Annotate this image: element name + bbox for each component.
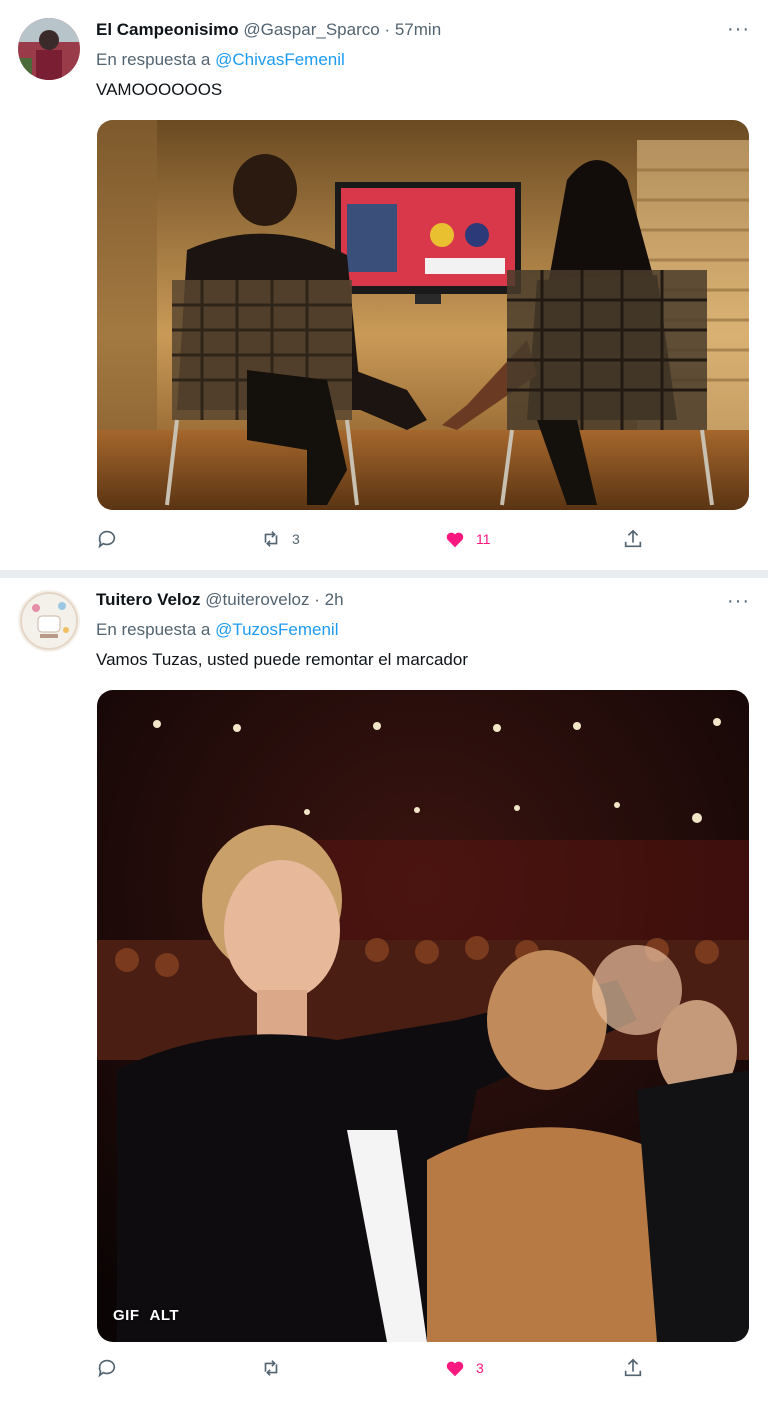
tweet-header: Tuitero Veloz @tuiteroveloz · 2h xyxy=(96,590,344,614)
share-icon xyxy=(624,1358,642,1377)
separator-dot: · xyxy=(314,590,320,609)
like-button[interactable]: 11 xyxy=(444,528,491,550)
reply-icon xyxy=(98,1359,116,1378)
display-name[interactable]: Tuitero Veloz xyxy=(96,590,201,609)
retweet-count: 3 xyxy=(292,531,300,547)
tweet-actions: 3 xyxy=(96,1357,656,1387)
heart-icon xyxy=(446,532,464,548)
tweet-text: VAMOOOOOOS xyxy=(96,80,223,99)
reply-context: En respuesta a @TuzosFemenil xyxy=(96,620,338,640)
more-options-icon[interactable]: ··· xyxy=(727,590,750,613)
gif-badge: GIF xyxy=(113,1307,140,1324)
timestamp[interactable]: 2h xyxy=(325,590,344,609)
retweet-button[interactable] xyxy=(260,1357,292,1379)
tweet-image[interactable] xyxy=(97,120,749,510)
couple-watching-tv-image xyxy=(97,120,749,510)
display-name[interactable]: El Campeonisimo xyxy=(96,20,239,39)
avatar[interactable] xyxy=(18,18,80,80)
retweet-button[interactable]: 3 xyxy=(260,528,300,550)
tweet-actions: 3 11 xyxy=(96,528,656,558)
share-button[interactable] xyxy=(622,528,644,550)
like-button[interactable]: 3 xyxy=(444,1357,484,1379)
reply-mention-link[interactable]: @ChivasFemenil xyxy=(215,50,345,69)
timestamp[interactable]: 57min xyxy=(395,20,441,39)
reply-context: En respuesta a @ChivasFemenil xyxy=(96,50,345,70)
separator-dot: · xyxy=(384,20,391,39)
user-handle[interactable]: @Gaspar_Sparco xyxy=(243,20,379,39)
avatar[interactable] xyxy=(18,590,80,652)
more-options-icon[interactable]: ··· xyxy=(727,18,750,41)
alt-text-badge[interactable]: ALT xyxy=(150,1307,180,1324)
retweet-icon xyxy=(264,1360,278,1376)
retweet-icon xyxy=(264,531,278,547)
reply-icon xyxy=(98,530,116,549)
heart-icon xyxy=(446,1361,464,1377)
media-badges: GIF ALT xyxy=(113,1307,179,1324)
tweet-gif[interactable]: GIF ALT xyxy=(97,690,749,1342)
tweet[interactable]: El Campeonisimo @Gaspar_Sparco · 57min ·… xyxy=(0,0,768,570)
tweet-header: El Campeonisimo @Gaspar_Sparco · 57min xyxy=(96,20,441,44)
reply-mention-link[interactable]: @TuzosFemenil xyxy=(215,620,338,639)
share-button[interactable] xyxy=(622,1357,644,1379)
like-count: 3 xyxy=(476,1360,484,1376)
like-count: 11 xyxy=(476,531,491,547)
reply-prefix: En respuesta a xyxy=(96,50,211,69)
tweet[interactable]: Tuitero Veloz @tuiteroveloz · 2h ··· En … xyxy=(0,578,768,1403)
tweet-divider xyxy=(0,570,768,578)
applauding-audience-gif xyxy=(97,690,749,1342)
reply-prefix: En respuesta a xyxy=(96,620,211,639)
user-handle[interactable]: @tuiteroveloz xyxy=(205,590,309,609)
share-icon xyxy=(624,529,642,548)
tweet-text: Vamos Tuzas, usted puede remontar el mar… xyxy=(96,650,468,669)
reply-button[interactable] xyxy=(96,1357,118,1379)
reply-button[interactable] xyxy=(96,528,118,550)
